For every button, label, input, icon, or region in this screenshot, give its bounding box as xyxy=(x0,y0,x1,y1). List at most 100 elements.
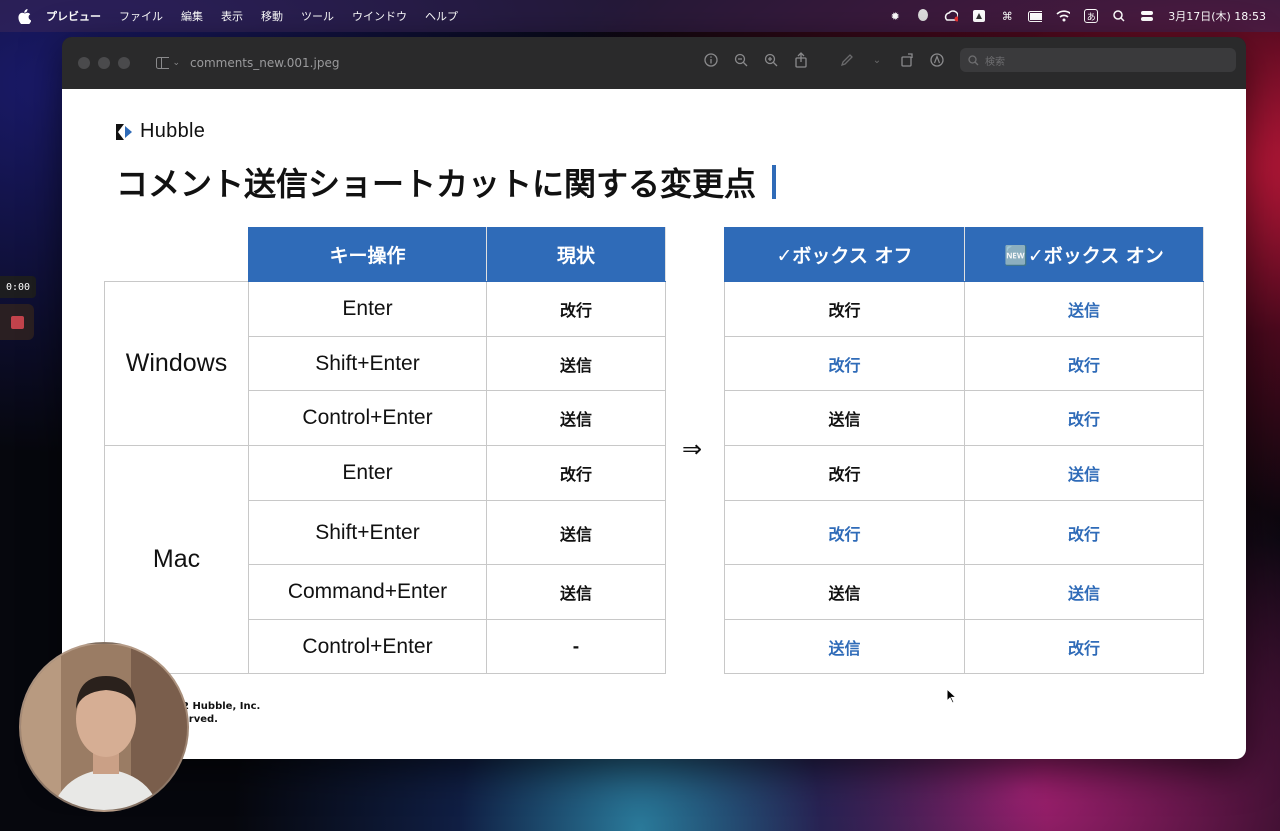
gear-icon[interactable]: ✹ xyxy=(888,9,902,23)
rotate-icon[interactable] xyxy=(898,51,916,69)
menu-view[interactable]: 表示 xyxy=(221,8,243,24)
table-row: Mac Enter 改行 xyxy=(104,445,666,674)
share-icon[interactable] xyxy=(792,51,810,69)
window-titlebar: ⌄ comments_new.001.jpeg ⌄ 検索 xyxy=(62,37,1246,89)
off-cell: 改行 xyxy=(724,281,965,337)
header-key-operation: キー操作 xyxy=(248,227,487,282)
menu-preview[interactable]: プレビュー xyxy=(46,8,101,24)
current-cell: 送信 xyxy=(486,564,666,620)
zoom-button[interactable] xyxy=(118,57,130,69)
current-cell: 送信 xyxy=(486,390,666,446)
new-shortcuts-table: ✓ボックス オフ 🆕✓ボックス オン 改行 送信 改行 改行 送信 改行 改行 … xyxy=(724,227,1204,674)
os-mac: Mac xyxy=(104,445,249,674)
brand-name: Hubble xyxy=(140,120,206,142)
annotate-icon[interactable] xyxy=(928,51,946,69)
sidebar-icon xyxy=(156,57,170,69)
off-cell: 送信 xyxy=(724,564,965,620)
key-cell: Control+Enter xyxy=(248,390,487,446)
current-cell: 改行 xyxy=(486,445,666,501)
table-header-row: ✓ボックス オフ 🆕✓ボックス オン xyxy=(724,227,1204,282)
key-cell: Shift+Enter xyxy=(248,336,487,391)
table-row: Windows Enter 改行 xyxy=(104,281,666,446)
chevron-down-icon[interactable]: ⌄ xyxy=(868,51,886,69)
menu-help[interactable]: ヘルプ xyxy=(425,8,458,24)
battery-icon[interactable] xyxy=(1028,9,1043,23)
hubble-logo-icon xyxy=(116,123,132,140)
header-checkbox-on: 🆕✓ボックス オン xyxy=(964,227,1204,282)
off-cell: 改行 xyxy=(724,445,965,501)
info-icon[interactable] xyxy=(702,51,720,69)
markup-pen-icon[interactable] xyxy=(838,51,856,69)
copyright-text: 2 Hubble, Inc. erved. xyxy=(182,700,260,726)
table-row: 改行 送信 xyxy=(724,281,1204,337)
table-row: 改行 送信 xyxy=(724,445,1204,501)
off-cell: 送信 xyxy=(724,619,965,674)
balloon-icon[interactable] xyxy=(916,9,930,23)
toolbar: ⌄ xyxy=(702,51,946,69)
menu-window[interactable]: ウインドウ xyxy=(352,8,407,24)
zoom-out-icon[interactable] xyxy=(732,51,750,69)
off-cell: 改行 xyxy=(724,500,965,565)
title-accent-bar xyxy=(772,165,777,199)
table-row: 改行 改行 xyxy=(724,500,1204,565)
key-cell: Enter xyxy=(248,281,487,337)
change-arrow: ⇒ xyxy=(682,435,703,463)
search-icon xyxy=(968,54,979,65)
header-current: 現状 xyxy=(486,227,666,282)
sidebar-toggle-button[interactable]: ⌄ xyxy=(156,55,180,71)
presenter-video xyxy=(21,644,187,810)
on-cell: 送信 xyxy=(964,445,1204,501)
table-row: 送信 改行 xyxy=(724,619,1204,674)
header-blank-cell xyxy=(104,227,249,282)
on-cell: 改行 xyxy=(964,390,1204,446)
search-field[interactable]: 検索 xyxy=(960,48,1236,72)
table-row: 送信 送信 xyxy=(724,564,1204,620)
mouse-cursor-icon xyxy=(946,688,958,704)
document-title: comments_new.001.jpeg xyxy=(190,56,340,70)
menu-bar: プレビュー ファイル 編集 表示 移動 ツール ウインドウ ヘルプ ✹ ⌘ あ … xyxy=(0,0,1280,32)
close-button[interactable] xyxy=(78,57,90,69)
zoom-in-icon[interactable] xyxy=(762,51,780,69)
os-windows: Windows xyxy=(104,281,249,446)
table-row: 送信 改行 xyxy=(724,390,1204,446)
apple-menu-icon[interactable] xyxy=(16,8,32,24)
copyright-line-2: erved. xyxy=(182,714,218,725)
airpods-icon[interactable]: ⌘ xyxy=(1000,9,1014,23)
table-header-row: キー操作 現状 xyxy=(104,227,666,282)
copyright-line-1: 2 Hubble, Inc. xyxy=(182,701,261,712)
menu-tools[interactable]: ツール xyxy=(301,8,334,24)
recording-timer: 0:00 xyxy=(0,276,36,298)
current-shortcuts-table: キー操作 現状 Windows Enter 改行 Shift+Enter 送信 … xyxy=(104,227,666,674)
key-cell: Command+Enter xyxy=(248,564,487,620)
off-cell: 改行 xyxy=(724,336,965,391)
menu-edit[interactable]: 編集 xyxy=(181,8,203,24)
spotlight-search-icon[interactable] xyxy=(1112,9,1126,23)
webcam-bubble[interactable] xyxy=(19,642,189,812)
search-placeholder: 検索 xyxy=(985,56,1005,68)
current-cell: - xyxy=(486,619,666,674)
slide-title: コメント送信ショートカットに関する変更点 xyxy=(116,159,777,205)
hubble-logo: Hubble xyxy=(114,120,205,143)
key-cell: Enter xyxy=(248,445,487,501)
header-checkbox-off: ✓ボックス オフ xyxy=(724,227,965,282)
drive-icon[interactable] xyxy=(972,9,986,23)
current-cell: 送信 xyxy=(486,500,666,565)
menubar-clock[interactable]: 3月17日(木) 18:53 xyxy=(1168,8,1266,24)
slide-image: Hubble コメント送信ショートカットに関する変更点 キー操作 現状 Wind… xyxy=(62,89,1246,759)
stop-recording-button[interactable] xyxy=(0,304,34,340)
on-cell: 改行 xyxy=(964,336,1204,391)
wifi-icon[interactable] xyxy=(1056,9,1071,23)
on-cell: 送信 xyxy=(964,281,1204,337)
minimize-button[interactable] xyxy=(98,57,110,69)
menu-go[interactable]: 移動 xyxy=(261,8,283,24)
window-controls xyxy=(78,57,130,69)
current-cell: 改行 xyxy=(486,281,666,337)
current-cell: 送信 xyxy=(486,336,666,391)
preview-window: ⌄ comments_new.001.jpeg ⌄ 検索 Hubble コメント… xyxy=(62,37,1246,759)
off-cell: 送信 xyxy=(724,390,965,446)
input-method-icon[interactable]: あ xyxy=(1084,9,1099,23)
stop-icon xyxy=(10,315,24,329)
menu-file[interactable]: ファイル xyxy=(119,8,163,24)
creative-cloud-icon[interactable] xyxy=(944,9,959,23)
control-center-icon[interactable] xyxy=(1140,9,1154,23)
